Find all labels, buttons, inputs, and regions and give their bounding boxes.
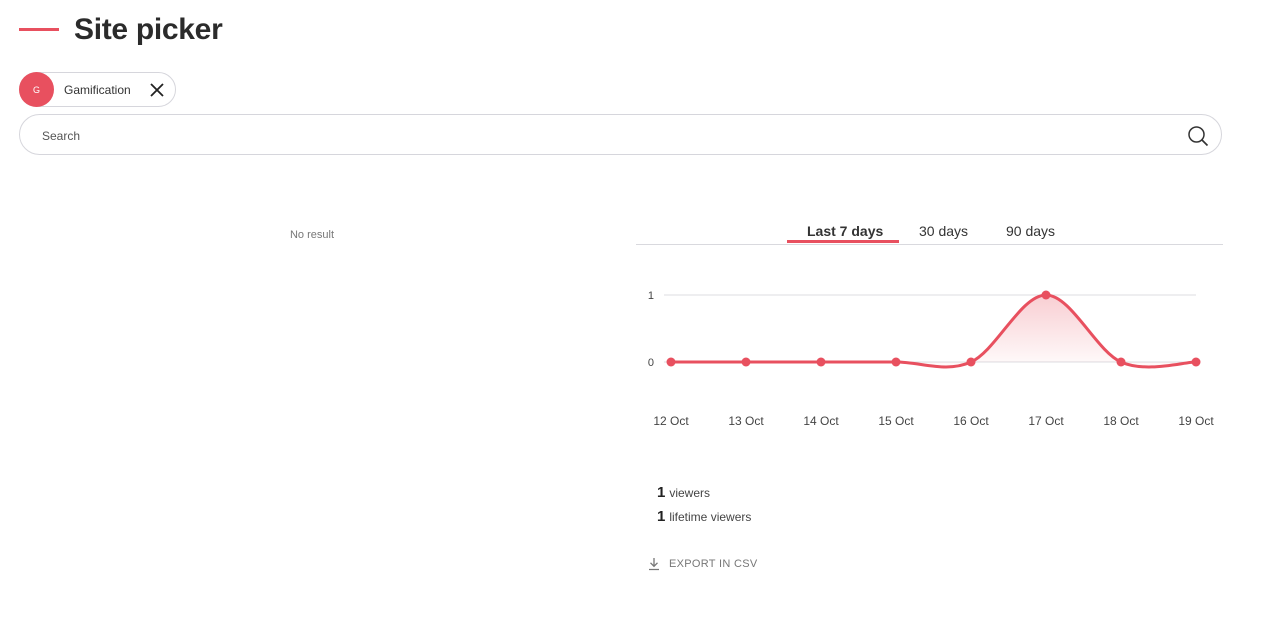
x-tick-label: 19 Oct xyxy=(1178,414,1214,428)
search-input[interactable] xyxy=(40,125,1144,147)
data-point[interactable] xyxy=(1041,290,1051,300)
x-tick-label: 15 Oct xyxy=(878,414,914,428)
search-icon[interactable] xyxy=(1187,125,1209,147)
series-area xyxy=(671,295,1196,367)
x-tick-label: 16 Oct xyxy=(953,414,989,428)
export-csv-button[interactable]: EXPORT IN CSV xyxy=(647,557,757,571)
viewers-chart: 0 1 12 Oct 13 Oct 14 Oct 15 Oct 16 Oct 17 Oct 18… xyxy=(648,290,1214,428)
y-tick-label: 0 xyxy=(648,357,654,369)
lifetime-viewers-stat: 1 lifetime viewers xyxy=(657,508,751,532)
data-point[interactable] xyxy=(891,357,901,367)
download-icon xyxy=(649,558,659,571)
data-point[interactable] xyxy=(666,357,676,367)
series-line xyxy=(669,293,1198,369)
site-avatar: G xyxy=(19,72,54,107)
x-tick-label: 12 Oct xyxy=(653,414,689,428)
active-tab-indicator xyxy=(787,240,899,243)
site-name: Gamification xyxy=(64,82,131,97)
x-tick-label: 18 Oct xyxy=(1103,414,1139,428)
page-title: Site picker xyxy=(74,13,223,46)
viewers-stat: 1 viewers xyxy=(657,484,751,508)
stats: 1 viewers 1 lifetime viewers xyxy=(657,484,751,532)
data-point[interactable] xyxy=(966,357,976,367)
lifetime-viewers-count: 1 xyxy=(657,508,666,525)
viewers-label: viewers xyxy=(669,486,711,500)
title-accent-bar xyxy=(19,28,59,31)
data-point[interactable] xyxy=(1191,357,1201,367)
close-icon[interactable] xyxy=(149,82,165,98)
tab-last-7-days[interactable]: Last 7 days xyxy=(807,223,883,239)
data-point[interactable] xyxy=(741,357,751,367)
x-tick-label: 14 Oct xyxy=(803,414,839,428)
x-tick-label: 13 Oct xyxy=(728,414,764,428)
tab-30-days[interactable]: 30 days xyxy=(919,223,968,239)
data-point[interactable] xyxy=(1116,357,1126,367)
y-tick-label: 1 xyxy=(648,290,654,302)
period-tabs: Last 7 days 30 days 90 days xyxy=(636,216,1223,245)
lifetime-viewers-label: lifetime viewers xyxy=(669,510,752,524)
selected-site-chip: G Gamification xyxy=(19,72,176,107)
no-result-text: No result xyxy=(289,229,335,241)
viewers-count: 1 xyxy=(657,484,666,501)
data-point[interactable] xyxy=(816,357,826,367)
tab-90-days[interactable]: 90 days xyxy=(1006,223,1055,239)
export-csv-label: EXPORT IN CSV xyxy=(669,558,758,570)
search-box xyxy=(19,114,1222,155)
x-tick-label: 17 Oct xyxy=(1028,414,1064,428)
